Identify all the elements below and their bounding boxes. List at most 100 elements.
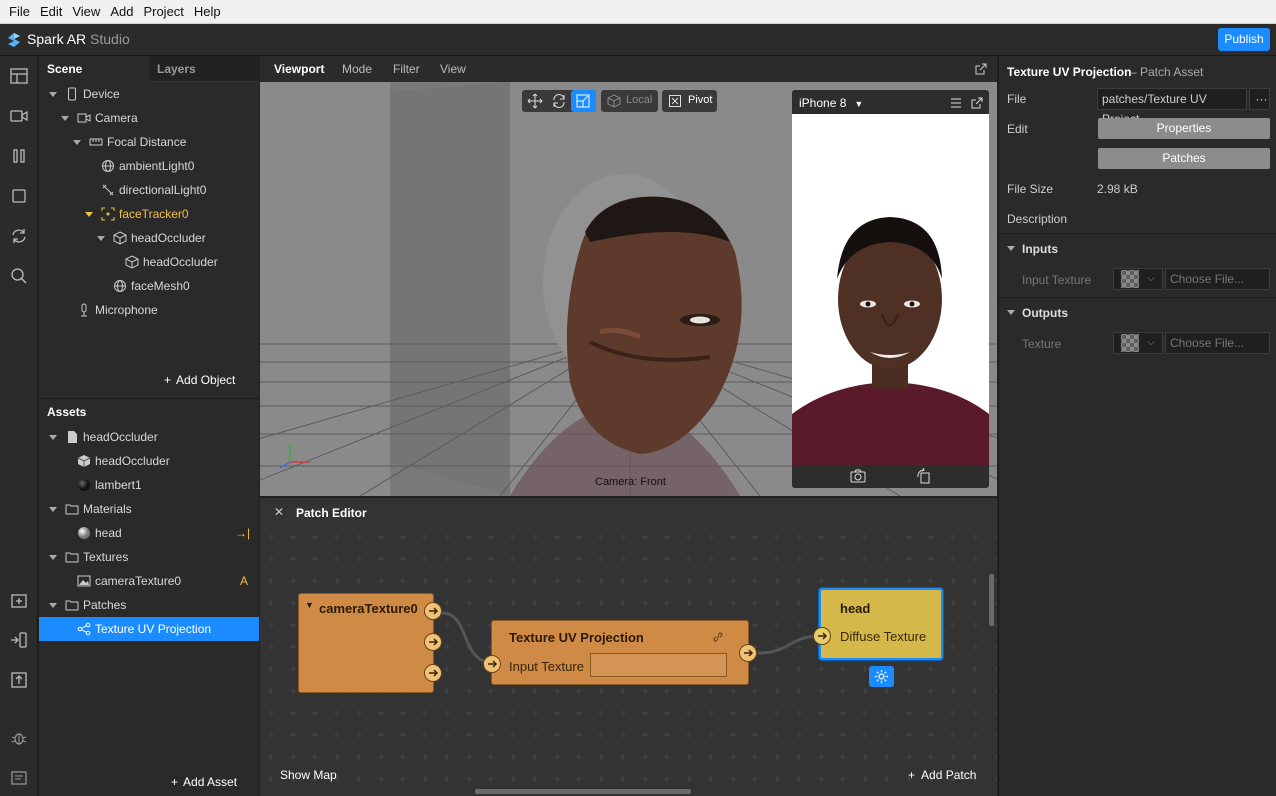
output-port-icon[interactable] [424, 602, 442, 620]
inputs-section-header[interactable]: Inputs [999, 233, 1276, 261]
hamburger-menu-icon[interactable] [950, 97, 962, 109]
patch-node-head-material[interactable]: head Diffuse Texture [819, 588, 943, 660]
scene-item-directional-light[interactable]: directionalLight0 [39, 178, 259, 202]
file-size-value: 2.98 kB [1097, 182, 1138, 196]
pop-out-icon[interactable] [971, 97, 983, 109]
add-patch-button[interactable]: + Add Patch [908, 768, 976, 782]
menu-help[interactable]: Help [189, 0, 226, 24]
expand-triangle-icon[interactable] [49, 555, 57, 560]
add-object-button[interactable]: + Add Object [164, 373, 235, 387]
menu-project[interactable]: Project [138, 0, 188, 24]
rotate-device-icon[interactable] [916, 468, 932, 484]
menu-view[interactable]: View [67, 0, 105, 24]
tab-scene[interactable]: Scene [39, 56, 149, 82]
scene-item-focal-distance[interactable]: Focal Distance [39, 130, 259, 154]
pivot-label: Pivot [688, 94, 713, 106]
scene-item-camera[interactable]: Camera [39, 106, 259, 130]
asset-item-head-occluder-file[interactable]: headOccluder [39, 425, 259, 449]
rotate-icon[interactable] [551, 93, 567, 109]
stop-icon[interactable] [9, 186, 29, 206]
scene-item-microphone[interactable]: Microphone [39, 298, 259, 322]
file-path-field[interactable]: patches/Texture UV Project... [1097, 88, 1247, 126]
restart-icon[interactable] [9, 226, 29, 246]
expand-triangle-icon[interactable] [49, 435, 57, 440]
menu-add[interactable]: Add [105, 0, 138, 24]
scene-item-head-occluder-mesh[interactable]: headOccluder [39, 250, 259, 274]
move-icon[interactable] [527, 93, 543, 109]
layout-icon[interactable] [9, 66, 29, 86]
tab-mode[interactable]: Mode [342, 56, 372, 82]
collapse-triangle-icon[interactable] [1007, 310, 1015, 315]
outputs-section-header[interactable]: Outputs [999, 297, 1276, 325]
collapse-triangle-icon[interactable]: ▼ [305, 600, 314, 610]
asset-item-textures[interactable]: Textures [39, 545, 259, 569]
upload-icon[interactable] [9, 670, 29, 690]
output-port-icon[interactable] [424, 664, 442, 682]
asset-item-head-occluder-mesh[interactable]: headOccluder [39, 449, 259, 473]
scene-item-head-occluder[interactable]: headOccluder [39, 226, 259, 250]
menu-file[interactable]: File [4, 0, 35, 24]
asset-item-materials[interactable]: Materials [39, 497, 259, 521]
output-port-icon[interactable] [424, 633, 442, 651]
expand-triangle-icon[interactable] [73, 140, 81, 145]
console-icon[interactable] [9, 768, 29, 788]
asset-item-head-material[interactable]: head →| [39, 521, 259, 545]
tool-strip [0, 56, 38, 796]
output-texture-swatch-dropdown[interactable]: ⌵ [1113, 332, 1163, 354]
scene-item-ambient-light[interactable]: ambientLight0 [39, 154, 259, 178]
patch-node-texture-uv-projection[interactable]: Texture UV Projection Input Texture [491, 620, 749, 685]
viewport-3d[interactable]: Local Pivot iPhone 8 ▼ Camera: Front [260, 82, 997, 496]
expand-triangle-icon[interactable] [61, 116, 69, 121]
expand-triangle-icon[interactable] [85, 212, 93, 217]
asset-item-patches[interactable]: Patches [39, 593, 259, 617]
person-preview-image [792, 114, 989, 465]
expand-triangle-icon[interactable] [49, 603, 57, 608]
expand-triangle-icon[interactable] [97, 236, 105, 241]
scene-item-face-tracker[interactable]: faceTracker0 [39, 202, 259, 226]
scene-item-face-mesh[interactable]: faceMesh0 [39, 274, 259, 298]
bug-icon[interactable] [9, 728, 29, 748]
expand-triangle-icon[interactable] [49, 507, 57, 512]
input-texture-field[interactable] [590, 653, 727, 677]
pop-out-icon[interactable] [975, 63, 987, 75]
browse-file-button[interactable]: ··· [1249, 88, 1270, 110]
properties-button[interactable]: Properties [1098, 118, 1270, 139]
scene-item-device[interactable]: Device [39, 82, 259, 106]
expand-triangle-icon[interactable] [49, 92, 57, 97]
import-icon[interactable] [9, 590, 29, 610]
input-texture-swatch-dropdown[interactable]: ⌵ [1113, 268, 1163, 290]
input-port-icon[interactable] [813, 627, 831, 645]
tab-filter[interactable]: Filter [393, 56, 420, 82]
asset-item-camera-texture[interactable]: cameraTexture0 A [39, 569, 259, 593]
menu-edit[interactable]: Edit [35, 0, 67, 24]
show-map-button[interactable]: Show Map [280, 768, 337, 782]
asset-item-texture-uv-projection[interactable]: Texture UV Projection [39, 617, 259, 641]
chevron-down-icon: ⌵ [1147, 337, 1155, 348]
node-settings-button[interactable] [869, 666, 894, 687]
asset-item-lambert[interactable]: lambert1 [39, 473, 259, 497]
cube-icon [77, 455, 91, 467]
tab-view[interactable]: View [440, 56, 466, 82]
scale-tool-button[interactable] [571, 90, 596, 112]
device-selector[interactable]: iPhone 8 ▼ [799, 96, 863, 110]
pause-icon[interactable] [9, 146, 29, 166]
camera-capture-icon[interactable] [849, 468, 867, 484]
camera-view-label: Camera: Front [595, 476, 666, 488]
input-choose-file[interactable]: Choose File... [1165, 268, 1270, 290]
patch-node-camera-texture[interactable]: ▼ cameraTexture0 [298, 593, 434, 693]
input-port-icon[interactable] [483, 655, 501, 673]
tab-layers[interactable]: Layers [149, 56, 259, 82]
pivot-toggle[interactable]: Pivot [662, 90, 717, 112]
video-icon[interactable] [9, 106, 29, 126]
tab-viewport[interactable]: Viewport [274, 56, 324, 82]
output-port-icon[interactable] [739, 644, 757, 662]
add-asset-button[interactable]: + Add Asset [171, 775, 237, 789]
collapse-triangle-icon[interactable] [1007, 246, 1015, 251]
send-to-device-icon[interactable] [9, 630, 29, 650]
local-toggle[interactable]: Local [601, 90, 658, 112]
output-choose-file[interactable]: Choose File... [1165, 332, 1270, 354]
publish-button[interactable]: Publish [1218, 28, 1270, 51]
close-icon[interactable]: ✕ [274, 505, 284, 519]
search-icon[interactable] [9, 266, 29, 286]
patches-button[interactable]: Patches [1098, 148, 1270, 169]
